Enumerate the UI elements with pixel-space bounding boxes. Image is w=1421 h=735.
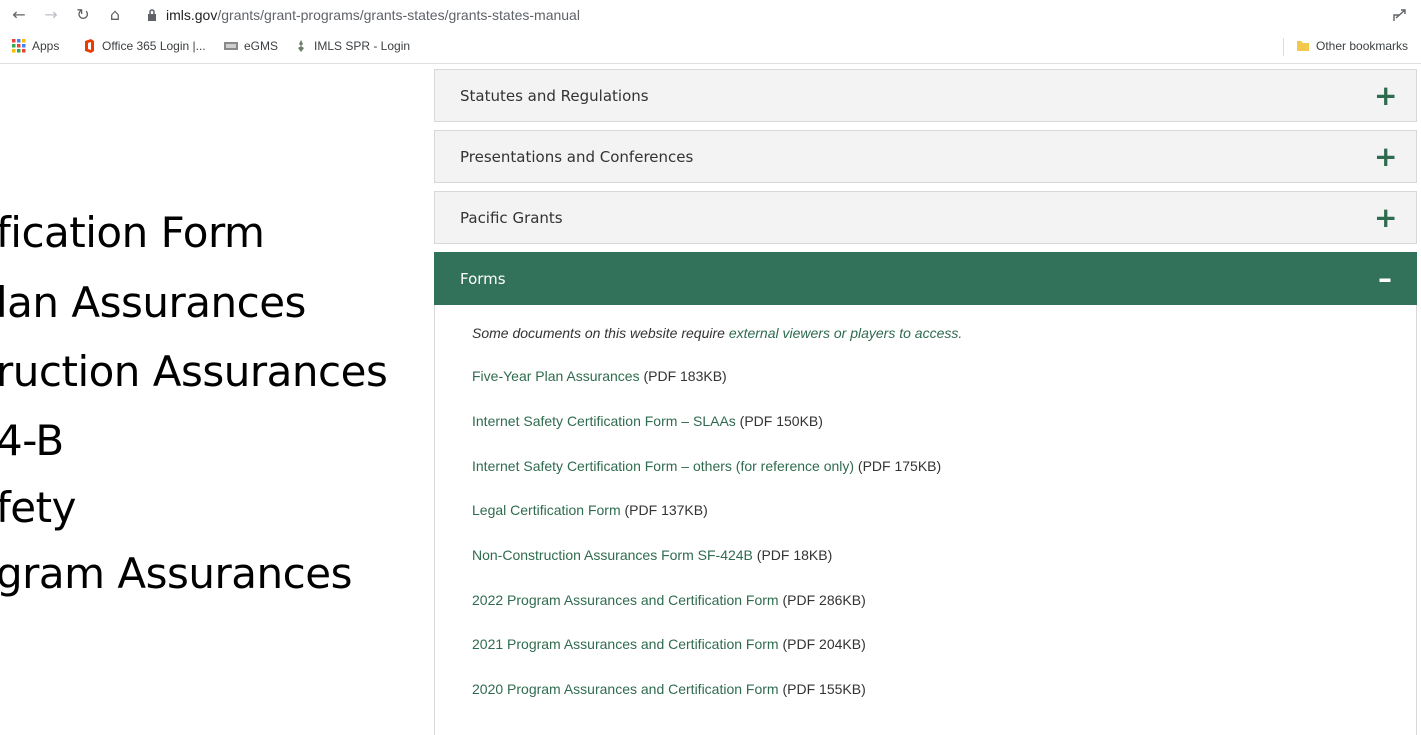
- file-size: (PDF 286KB): [778, 592, 866, 608]
- document-link-label[interactable]: Internet Safety Certification Form – SLA…: [472, 413, 736, 429]
- bookmark-apps-label: Apps: [32, 39, 60, 53]
- file-size: (PDF 150KB): [735, 413, 823, 429]
- plus-icon[interactable]: +: [1374, 143, 1397, 171]
- address-bar[interactable]: imls.gov/grants/grant-programs/grants-st…: [166, 7, 580, 23]
- accordion-pacific-grants[interactable]: Pacific Grants +: [434, 191, 1417, 244]
- plus-icon[interactable]: +: [1374, 204, 1397, 232]
- bookmark-egms-label: eGMS: [244, 39, 279, 53]
- slide-line: gram Assurances: [0, 549, 352, 598]
- lock-icon: [148, 9, 156, 21]
- document-link-label[interactable]: 2022 Program Assurances and Certificatio…: [472, 592, 779, 608]
- file-size: (PDF 183KB): [639, 368, 727, 384]
- document-link-label[interactable]: 2020 Program Assurances and Certificatio…: [472, 681, 779, 697]
- document-link-label[interactable]: Legal Certification Form: [472, 502, 621, 518]
- accordion-title: Presentations and Conferences: [460, 148, 694, 166]
- document-link: Five-Year Plan Assurances (PDF 183KB): [472, 368, 727, 384]
- bookmarks-bar: Apps Office 365 Login |... eGMS IMLS SPR…: [0, 30, 1421, 64]
- slide-line: fety: [0, 483, 76, 532]
- slide-line: fication Form: [0, 208, 265, 257]
- reload-icon[interactable]: ↻: [72, 4, 94, 26]
- document-link: Internet Safety Certification Form – oth…: [472, 458, 941, 474]
- egms-icon: [224, 42, 238, 50]
- bookmark-imls-spr-label: IMLS SPR - Login: [314, 39, 411, 53]
- office-icon: [85, 39, 94, 53]
- share-icon[interactable]: [1391, 6, 1409, 24]
- bookmarks-divider: [1283, 38, 1284, 56]
- bookmark-apps[interactable]: Apps: [12, 39, 59, 53]
- slide-overlay: fication Form lan Assurances ruction Ass…: [0, 60, 430, 735]
- accordion-title: Statutes and Regulations: [460, 87, 649, 105]
- apps-grid-icon: [12, 39, 26, 53]
- file-size: (PDF 175KB): [854, 458, 942, 474]
- bookmark-office-label: Office 365 Login |...: [102, 39, 206, 53]
- slide-line: lan Assurances: [0, 278, 306, 327]
- note-text: Some documents on this website require: [472, 325, 729, 341]
- bookmark-office[interactable]: Office 365 Login |...: [82, 39, 206, 53]
- url-domain: imls.gov: [166, 7, 218, 23]
- accordion-title: Pacific Grants: [460, 209, 563, 227]
- document-link: 2022 Program Assurances and Certificatio…: [472, 592, 866, 608]
- file-size: (PDF 18KB): [752, 547, 833, 563]
- document-link-label[interactable]: 2021 Program Assurances and Certificatio…: [472, 636, 779, 652]
- document-link: 2020 Program Assurances and Certificatio…: [472, 681, 866, 697]
- document-link-label[interactable]: Internet Safety Certification Form – oth…: [472, 458, 854, 474]
- folder-icon: [1297, 41, 1309, 51]
- external-viewers-link[interactable]: external viewers or players to access.: [729, 325, 962, 341]
- bookmark-imls-spr[interactable]: IMLS SPR - Login: [294, 39, 410, 53]
- slide-line: ruction Assurances: [0, 347, 388, 396]
- file-size: (PDF 155KB): [778, 681, 866, 697]
- bookmark-other[interactable]: Other bookmarks: [1296, 39, 1408, 53]
- imls-icon: [298, 40, 304, 52]
- bookmark-egms[interactable]: eGMS: [224, 39, 278, 53]
- accordion-statutes[interactable]: Statutes and Regulations +: [434, 69, 1417, 122]
- viewer-note: Some documents on this website require e…: [472, 325, 962, 341]
- forms-panel: Some documents on this website require e…: [434, 305, 1417, 735]
- minus-icon[interactable]: –: [1374, 265, 1396, 293]
- url-path: /grants/grant-programs/grants-states/gra…: [217, 7, 580, 23]
- document-link: Non-Construction Assurances Form SF-424B…: [472, 547, 832, 563]
- document-link: 2021 Program Assurances and Certificatio…: [472, 636, 866, 652]
- document-link-label[interactable]: Five-Year Plan Assurances: [472, 368, 640, 384]
- document-link: Internet Safety Certification Form – SLA…: [472, 413, 823, 429]
- accordion-title: Forms: [460, 270, 506, 288]
- bookmark-other-label: Other bookmarks: [1316, 39, 1409, 53]
- slide-line: 4-B: [0, 416, 64, 465]
- back-arrow-icon[interactable]: ←: [8, 4, 30, 26]
- document-link-label[interactable]: Non-Construction Assurances Form SF-424B: [472, 547, 753, 563]
- forward-arrow-icon[interactable]: →: [40, 4, 62, 26]
- accordion-forms[interactable]: Forms –: [434, 252, 1417, 305]
- file-size: (PDF 137KB): [620, 502, 708, 518]
- document-link: Legal Certification Form (PDF 137KB): [472, 502, 708, 518]
- accordion-presentations[interactable]: Presentations and Conferences +: [434, 130, 1417, 183]
- home-icon[interactable]: ⌂: [104, 4, 126, 26]
- file-size: (PDF 204KB): [778, 636, 866, 652]
- plus-icon[interactable]: +: [1374, 82, 1397, 110]
- browser-toolbar: ← → ↻ ⌂ imls.gov/grants/grant-programs/g…: [0, 0, 1421, 30]
